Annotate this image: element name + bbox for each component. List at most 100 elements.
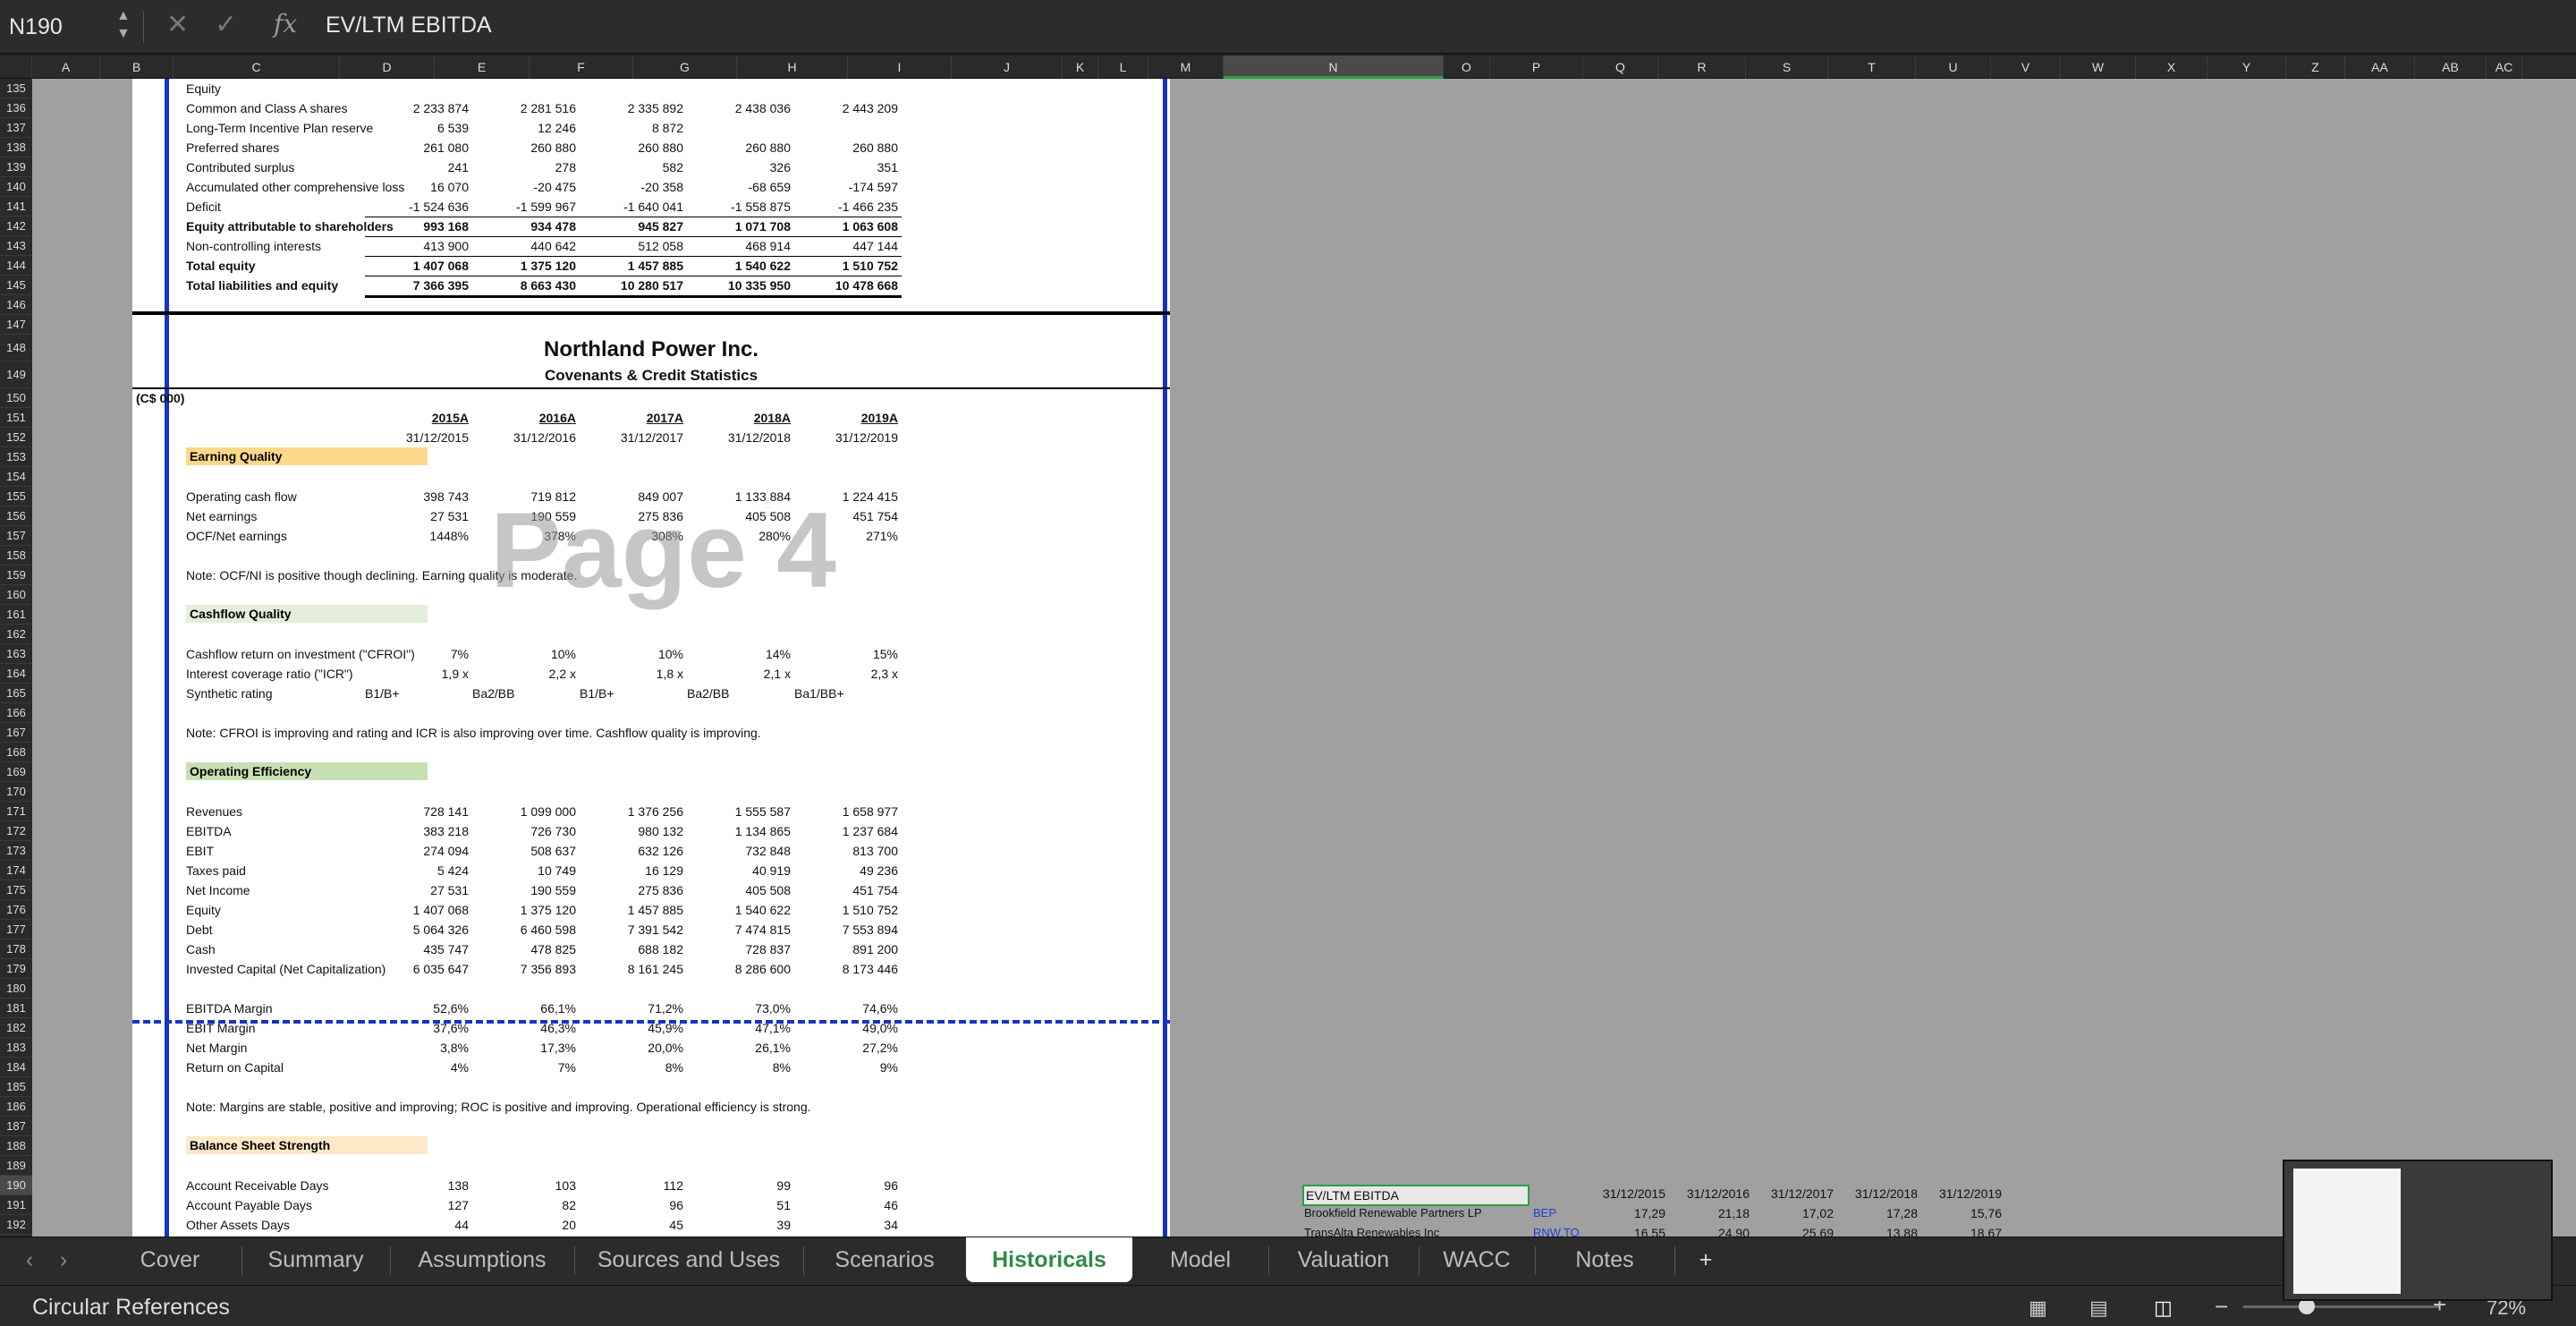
value-cell[interactable]: 8 161 245: [580, 960, 683, 978]
comparable-ticker[interactable]: RNW.TO: [1533, 1224, 1580, 1237]
value-cell[interactable]: 271%: [794, 527, 898, 545]
row-header[interactable]: 148: [0, 335, 32, 361]
note-text[interactable]: Note: Margins are stable, positive and i…: [186, 1098, 811, 1116]
row-header[interactable]: 182: [0, 1018, 32, 1038]
value-cell[interactable]: -1 640 041: [580, 198, 683, 216]
row-label[interactable]: Synthetic rating: [186, 684, 273, 702]
row-header[interactable]: 142: [0, 217, 32, 236]
value-cell[interactable]: 351: [794, 158, 898, 176]
value-cell[interactable]: 8 663 430: [472, 276, 576, 294]
note-text[interactable]: Note: CFROI is improving and rating and …: [186, 724, 761, 742]
column-header-b[interactable]: B: [100, 55, 174, 79]
value-cell[interactable]: 260 880: [580, 139, 683, 157]
value-cell[interactable]: 5 064 326: [365, 921, 469, 939]
comparable-value[interactable]: 16,55: [1585, 1224, 1665, 1237]
column-header-o[interactable]: O: [1444, 55, 1490, 79]
column-header-e[interactable]: E: [435, 55, 530, 79]
row-header[interactable]: 153: [0, 447, 32, 467]
tab-assumptions[interactable]: Assumptions: [390, 1237, 574, 1282]
row-header[interactable]: 136: [0, 98, 32, 118]
value-cell[interactable]: 582: [580, 158, 683, 176]
comparables-date[interactable]: 31/12/2018: [1837, 1185, 1918, 1203]
column-header-z[interactable]: Z: [2286, 55, 2345, 79]
value-cell[interactable]: 1 376 256: [580, 803, 683, 820]
row-header[interactable]: 187: [0, 1117, 32, 1136]
value-cell[interactable]: 190 559: [472, 507, 576, 525]
value-cell[interactable]: 728 141: [365, 803, 469, 820]
row-header[interactable]: 137: [0, 118, 32, 138]
value-cell[interactable]: 275 836: [580, 881, 683, 899]
value-cell[interactable]: 71,2%: [580, 999, 683, 1017]
value-cell[interactable]: 14%: [687, 645, 791, 663]
value-cell[interactable]: 74,6%: [794, 999, 898, 1017]
row-header[interactable]: 152: [0, 428, 32, 447]
rating-cell[interactable]: Ba2/BB: [472, 684, 514, 702]
column-header-h[interactable]: H: [737, 55, 848, 79]
row-header[interactable]: 177: [0, 920, 32, 939]
value-cell[interactable]: -1 466 235: [794, 198, 898, 216]
value-cell[interactable]: 813 700: [794, 842, 898, 860]
column-header-w[interactable]: W: [2061, 55, 2136, 79]
row-label[interactable]: Deficit: [186, 198, 221, 216]
row-header[interactable]: 176: [0, 900, 32, 920]
zoom-slider[interactable]: [2243, 1305, 2440, 1308]
scroll-right-icon[interactable]: ›: [50, 1237, 77, 1282]
value-cell[interactable]: 728 837: [687, 940, 791, 958]
page-layout-icon[interactable]: ▤: [2089, 1296, 2108, 1320]
value-cell[interactable]: 719 812: [472, 488, 576, 506]
row-label[interactable]: Debt: [186, 921, 213, 939]
value-cell[interactable]: 478 825: [472, 940, 576, 958]
value-cell[interactable]: 10 280 517: [580, 276, 683, 294]
row-header[interactable]: 186: [0, 1097, 32, 1117]
value-cell[interactable]: 16 129: [580, 862, 683, 880]
value-cell[interactable]: 8%: [687, 1058, 791, 1076]
value-cell[interactable]: 980 132: [580, 822, 683, 840]
note-text[interactable]: Note: OCF/NI is positive though declinin…: [186, 566, 577, 584]
value-cell[interactable]: 260 880: [472, 139, 576, 157]
column-header-y[interactable]: Y: [2207, 55, 2286, 79]
value-cell[interactable]: 405 508: [687, 507, 791, 525]
comparable-ticker[interactable]: BEP: [1533, 1204, 1556, 1222]
column-header-c[interactable]: C: [174, 55, 340, 79]
date-header[interactable]: 31/12/2015: [365, 429, 469, 446]
value-cell[interactable]: 8 173 446: [794, 960, 898, 978]
value-cell[interactable]: 1 133 884: [687, 488, 791, 506]
row-label[interactable]: Operating cash flow: [186, 488, 297, 506]
value-cell[interactable]: 993 168: [365, 217, 469, 235]
tab-cover[interactable]: Cover: [98, 1237, 242, 1282]
row-header[interactable]: 163: [0, 644, 32, 664]
zoom-out-icon[interactable]: −: [2215, 1293, 2228, 1321]
units-label[interactable]: (C$ 000): [136, 389, 184, 407]
row-label[interactable]: EBIT: [186, 842, 214, 860]
value-cell[interactable]: 945 827: [580, 217, 683, 235]
row-header[interactable]: 138: [0, 138, 32, 157]
formula-input[interactable]: EV/LTM EBITDA: [326, 13, 492, 38]
tab-wacc[interactable]: WACC: [1419, 1237, 1535, 1282]
value-cell[interactable]: 17,3%: [472, 1039, 576, 1057]
comparable-value[interactable]: 13,88: [1837, 1224, 1918, 1237]
column-header-g[interactable]: G: [633, 55, 737, 79]
value-cell[interactable]: 10%: [472, 645, 576, 663]
value-cell[interactable]: 6 035 647: [365, 960, 469, 978]
comparable-value[interactable]: 18,67: [1921, 1224, 2002, 1237]
value-cell[interactable]: 39: [687, 1216, 791, 1234]
value-cell[interactable]: -68 659: [687, 178, 791, 196]
value-cell[interactable]: 440 642: [472, 237, 576, 255]
value-cell[interactable]: 451 754: [794, 507, 898, 525]
rating-cell[interactable]: B1/B+: [580, 684, 614, 702]
value-cell[interactable]: 1 510 752: [794, 901, 898, 919]
value-cell[interactable]: 726 730: [472, 822, 576, 840]
column-header-k[interactable]: K: [1063, 55, 1098, 79]
value-cell[interactable]: 8 286 600: [687, 960, 791, 978]
value-cell[interactable]: 7 474 815: [687, 921, 791, 939]
column-header-aa[interactable]: AA: [2345, 55, 2415, 79]
value-cell[interactable]: 1 237 684: [794, 822, 898, 840]
scroll-left-icon[interactable]: ‹: [16, 1237, 43, 1282]
check-icon[interactable]: ✓: [215, 9, 237, 40]
value-cell[interactable]: 260 880: [794, 139, 898, 157]
total-double-underline[interactable]: [365, 295, 902, 298]
value-cell[interactable]: 7 553 894: [794, 921, 898, 939]
column-header-x[interactable]: X: [2136, 55, 2207, 79]
value-cell[interactable]: 6 539: [365, 119, 469, 137]
value-cell[interactable]: 26,1%: [687, 1039, 791, 1057]
